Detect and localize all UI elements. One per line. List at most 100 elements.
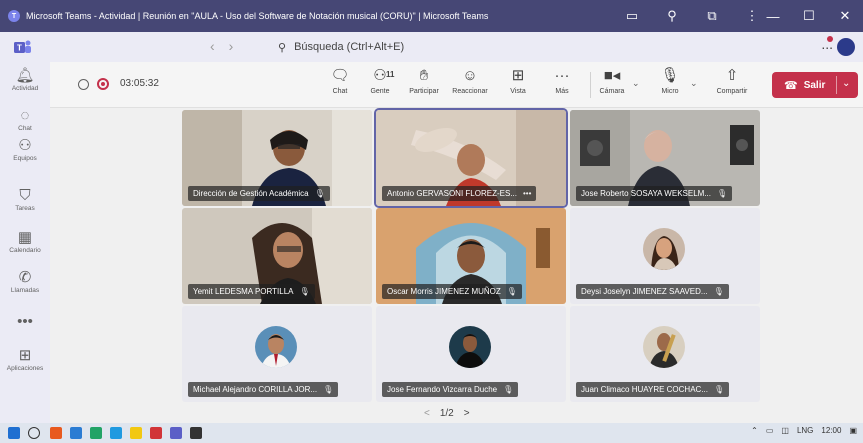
rail-item-chat[interactable]: ◌ Chat bbox=[0, 107, 50, 133]
notifications-icon[interactable]: ▣ bbox=[849, 426, 857, 435]
rail-item-apps[interactable]: ⊞ Aplicaciones bbox=[0, 347, 50, 373]
rail-item-teams[interactable]: ⚇ Equipos bbox=[0, 137, 50, 163]
smile-icon: ☺ bbox=[462, 67, 478, 84]
leave-options-chevron-icon[interactable]: ⌄ bbox=[842, 78, 850, 89]
avatar bbox=[255, 326, 297, 368]
search-input[interactable]: Búsqueda (Ctrl+Alt+E) bbox=[294, 41, 404, 53]
volume-icon[interactable]: ◫ bbox=[781, 426, 789, 435]
react-button[interactable]: ☺ Reaccionar bbox=[448, 66, 492, 95]
mic-muted-icon: 🎙︎ bbox=[713, 287, 724, 296]
people-button[interactable]: ⚇ 11 Gente bbox=[358, 66, 402, 95]
participant-tile[interactable]: Yemit LEDESMA PORTILLA 🎙︎ bbox=[182, 208, 372, 304]
app-icon[interactable] bbox=[70, 427, 82, 439]
forward-icon[interactable]: › bbox=[229, 38, 234, 54]
participant-tile[interactable]: Michael Alejandro CORILLA JOR... 🎙︎ bbox=[182, 306, 372, 402]
participant-tile[interactable]: Jose Fernando Vizcarra Duche 🎙︎ bbox=[376, 306, 566, 402]
camera-button[interactable]: ■◂ Cámara bbox=[590, 66, 634, 95]
apps-icon: ⊞ bbox=[18, 347, 32, 364]
language-indicator[interactable]: LNG bbox=[797, 426, 813, 435]
window-title: Microsoft Teams - Actividad | Reunión en… bbox=[26, 11, 489, 21]
mic-muted-icon: 🎙︎ bbox=[503, 385, 514, 394]
network-icon[interactable]: ▭ bbox=[766, 426, 774, 435]
meeting-toolbar: 03:05:32 🗨︎ Chat ⚇ 11 Gente ✋︎ Participa… bbox=[50, 62, 863, 108]
mic-options-chevron-icon[interactable]: ⌄ bbox=[690, 78, 698, 89]
folder-icon[interactable] bbox=[130, 427, 142, 439]
ellipsis-icon: ··· bbox=[554, 67, 570, 84]
notification-dot bbox=[827, 36, 833, 42]
share-button[interactable]: ⇧ Compartir bbox=[710, 66, 754, 95]
hand-icon: ✋︎ bbox=[419, 67, 429, 84]
participant-tile[interactable]: Dirección de Gestión Académica 🎙︎ bbox=[182, 110, 372, 206]
prev-page-button[interactable]: < bbox=[424, 408, 430, 419]
avatar[interactable] bbox=[837, 38, 855, 56]
app-icon[interactable] bbox=[190, 427, 202, 439]
mic-muted-icon: 🎙︎ bbox=[299, 287, 310, 296]
more-button[interactable]: ··· Más bbox=[540, 66, 584, 95]
avatar-photo bbox=[643, 228, 685, 270]
view-button[interactable]: ⊞ Vista bbox=[496, 66, 540, 95]
camera-options-chevron-icon[interactable]: ⌄ bbox=[632, 78, 640, 89]
back-icon[interactable]: ‹ bbox=[210, 38, 215, 54]
app-icon[interactable] bbox=[50, 427, 62, 439]
participant-name-tag: Deysi Joselyn JIMENEZ SAAVED... 🎙︎ bbox=[576, 284, 729, 299]
search-icon[interactable] bbox=[28, 427, 40, 439]
calendar-icon: ▦ bbox=[17, 229, 33, 246]
leave-button[interactable]: ☎ Salir ⌄ bbox=[772, 72, 858, 98]
participant-tile[interactable]: Juan Climaco HUAYRE COCHAC... 🎙︎ bbox=[570, 306, 760, 402]
system-tray: ⌃ ▭ ◫ LNG 12:00 ▣ bbox=[751, 426, 857, 435]
bell-icon: 🔔︎ bbox=[15, 67, 35, 84]
hangup-icon: ☎ bbox=[784, 79, 798, 92]
avatar-photo bbox=[643, 326, 685, 368]
app-rail: 🔔︎ Actividad ◌ Chat ⚇ Equipos ⛉ Tareas ▦… bbox=[0, 62, 50, 423]
zoom-icon[interactable]: ⚲ bbox=[652, 8, 692, 24]
participant-name-tag: Oscar Morris JIMENEZ MUÑOZ 🎙︎ bbox=[382, 284, 522, 299]
close-button[interactable]: ✕ bbox=[827, 8, 863, 24]
participant-tile[interactable]: Oscar Morris JIMENEZ MUÑOZ 🎙︎ bbox=[376, 208, 566, 304]
teams-app-icon: T bbox=[8, 10, 20, 22]
popout-icon[interactable]: ⧉ bbox=[692, 8, 732, 24]
participant-tile[interactable]: Jose Roberto SOSAYA WEKSELM... 🎙︎ bbox=[570, 110, 760, 206]
participant-tile[interactable]: Antonio GERVASONI FLOREZ-ES... ••• bbox=[374, 108, 568, 208]
phone-icon: ✆ bbox=[18, 269, 32, 286]
app-icon[interactable] bbox=[110, 427, 122, 439]
mic-muted-icon: 🎙︎ bbox=[714, 385, 725, 394]
cast-icon[interactable]: ▭ bbox=[612, 8, 652, 24]
rail-item-calls[interactable]: ✆ Llamadas bbox=[0, 269, 50, 295]
rail-item-calendar[interactable]: ▦ Calendario bbox=[0, 229, 50, 255]
app-icon[interactable] bbox=[90, 427, 102, 439]
participant-more-icon[interactable]: ••• bbox=[523, 186, 531, 201]
page-indicator: 1/2 bbox=[439, 408, 454, 419]
window-controls: — ☐ ✕ bbox=[755, 0, 863, 32]
os-taskbar: ⌃ ▭ ◫ LNG 12:00 ▣ bbox=[0, 423, 863, 443]
rail-item-activity[interactable]: 🔔︎ Actividad bbox=[0, 67, 50, 93]
more-icon: ••• bbox=[17, 313, 33, 330]
raise-hand-button[interactable]: ✋︎ Participar bbox=[402, 66, 446, 95]
grid-icon: ⊞ bbox=[511, 67, 525, 84]
people-count: 11 bbox=[386, 70, 395, 79]
rail-item-tasks[interactable]: ⛉ Tareas bbox=[0, 187, 50, 213]
windows-start-icon[interactable] bbox=[8, 427, 20, 439]
participant-tile[interactable]: Deysi Joselyn JIMENEZ SAAVED... 🎙︎ bbox=[570, 208, 760, 304]
window-titlebar: T Microsoft Teams - Actividad | Reunión … bbox=[0, 0, 863, 32]
clock[interactable]: 12:00 bbox=[821, 426, 841, 435]
participant-name-tag: Jose Fernando Vizcarra Duche 🎙︎ bbox=[382, 382, 519, 397]
video-stage: Dirección de Gestión Académica 🎙︎ Antoni… bbox=[50, 108, 863, 423]
mic-muted-icon: 🎙︎ bbox=[506, 287, 517, 296]
mic-button[interactable]: 🎙︎ Micro bbox=[648, 66, 692, 95]
search-box[interactable]: ⚲ Búsqueda (Ctrl+Alt+E) bbox=[272, 36, 572, 58]
mic-muted-icon: 🎙︎ bbox=[716, 189, 728, 198]
teams-icon[interactable] bbox=[170, 427, 182, 439]
participant-name-tag: Michael Alejandro CORILLA JOR... 🎙︎ bbox=[188, 382, 339, 397]
chevron-up-icon[interactable]: ⌃ bbox=[751, 426, 758, 435]
next-page-button[interactable]: > bbox=[464, 408, 470, 419]
mic-off-icon: 🎙︎ bbox=[660, 67, 680, 84]
app-icon[interactable] bbox=[150, 427, 162, 439]
tasks-icon: ⛉ bbox=[19, 187, 31, 204]
maximize-button[interactable]: ☐ bbox=[791, 8, 827, 24]
chat-button[interactable]: 🗨︎ Chat bbox=[318, 66, 362, 95]
rail-item-more[interactable]: ••• bbox=[0, 314, 50, 330]
chat-icon: ◌ bbox=[20, 107, 30, 124]
titlebar-tools: ▭ ⚲ ⧉ ⋮ bbox=[612, 0, 772, 32]
teams-icon: ⚇ bbox=[18, 137, 32, 154]
minimize-button[interactable]: — bbox=[755, 9, 791, 24]
